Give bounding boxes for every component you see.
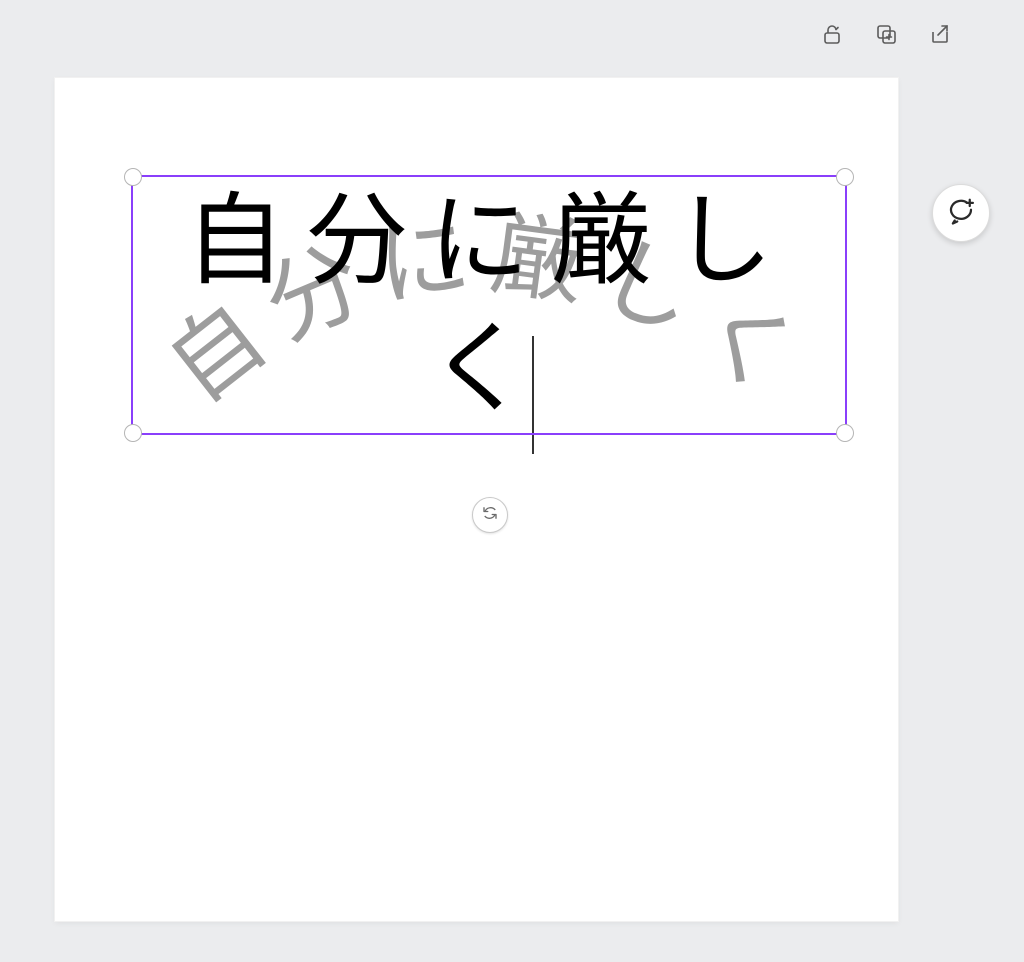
top-toolbar xyxy=(818,22,954,50)
selection-frame[interactable] xyxy=(131,175,847,435)
comment-plus-icon xyxy=(946,196,976,231)
duplicate-plus-icon xyxy=(874,22,898,51)
share-button[interactable] xyxy=(926,22,954,50)
resize-handle-bottom-left[interactable] xyxy=(124,424,142,442)
unlock-icon xyxy=(820,22,844,51)
share-icon xyxy=(928,22,952,51)
resize-handle-top-left[interactable] xyxy=(124,168,142,186)
add-comment-button[interactable] xyxy=(932,184,990,242)
design-canvas[interactable]: 自分に厳しく 自分に厳しく xyxy=(55,78,898,921)
rotate-handle[interactable] xyxy=(472,497,508,533)
rotate-icon xyxy=(481,503,499,527)
resize-handle-bottom-right[interactable] xyxy=(836,424,854,442)
duplicate-button[interactable] xyxy=(872,22,900,50)
unlock-button[interactable] xyxy=(818,22,846,50)
resize-handle-top-right[interactable] xyxy=(836,168,854,186)
